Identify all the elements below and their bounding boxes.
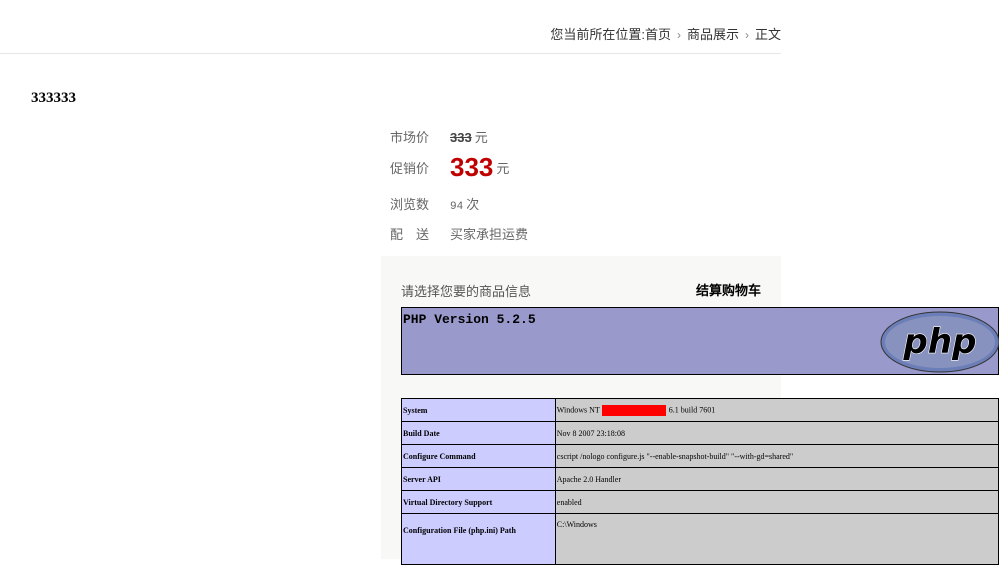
promo-price-unit: 元 <box>496 161 510 176</box>
breadcrumb: 您当前所在位置:首页 › 商品展示 › 正文 <box>550 24 781 43</box>
promo-price-label: 促销价 <box>390 161 430 176</box>
promo-price-row: 促销价 333 元 <box>390 152 509 183</box>
table-row: Virtual Directory Support enabled <box>401 490 999 514</box>
breadcrumb-current: 正文 <box>754 27 781 42</box>
market-price-value: 333 <box>450 130 472 145</box>
table-row: System Windows NT 6.1 build 7601 <box>401 398 999 422</box>
phpinfo-value: cscript /nologo configure.js "--enable-s… <box>554 444 999 468</box>
phpinfo-key: Build Date <box>401 421 556 445</box>
table-row: Configuration File (php.ini) Path C:\Win… <box>401 513 999 565</box>
table-row: Configure Command cscript /nologo config… <box>401 444 999 468</box>
phpinfo-key: Server API <box>401 467 556 491</box>
views-row: 浏览数 94 次 <box>390 194 479 213</box>
chevron-right-icon: › <box>744 28 749 42</box>
market-price-label: 市场价 <box>390 130 430 145</box>
breadcrumb-home-link[interactable]: 首页 <box>645 27 671 42</box>
breadcrumb-prefix: 您当前所在位置: <box>550 27 645 42</box>
phpinfo-value: Nov 8 2007 23:18:08 <box>554 421 999 445</box>
product-title: 333333 <box>31 90 76 106</box>
shipping-row: 配 送 买家承担运费 <box>390 224 528 243</box>
shipping-value: 买家承担运费 <box>450 227 529 242</box>
phpinfo-value: C:\Windows <box>554 513 999 565</box>
phpinfo-table: System Windows NT 6.1 build 7601 Build Da… <box>401 398 999 565</box>
views-unit: 次 <box>466 197 480 212</box>
breadcrumb-products-link[interactable]: 商品展示 <box>687 27 739 42</box>
phpinfo-header: PHP Version 5.2.5 php <box>401 307 999 375</box>
php-logo-text: php <box>903 322 977 362</box>
views-count: 94 <box>450 201 464 213</box>
views-label: 浏览数 <box>390 197 430 212</box>
redaction-box <box>601 404 666 416</box>
options-prompt: 请选择您要的商品信息 <box>401 284 532 299</box>
market-price-row: 市场价 333 元 <box>390 127 488 146</box>
market-price-unit: 元 <box>474 130 488 145</box>
checkout-cart-button[interactable]: 结算购物车 <box>696 280 761 299</box>
php-logo-icon: php <box>880 311 999 373</box>
table-row: Build Date Nov 8 2007 23:18:08 <box>401 421 999 445</box>
chevron-right-icon: › <box>676 28 681 42</box>
phpinfo-key: Configure Command <box>401 444 556 468</box>
header-divider <box>0 53 781 54</box>
phpinfo-value: enabled <box>554 490 999 514</box>
promo-price-value: 333 <box>450 152 494 182</box>
phpinfo-key: Configuration File (php.ini) Path <box>401 513 556 565</box>
phpinfo-key: Virtual Directory Support <box>401 490 556 514</box>
php-version-title: PHP Version 5.2.5 <box>403 312 536 327</box>
phpinfo-key: System <box>401 398 556 422</box>
phpinfo-value: Apache 2.0 Handler <box>554 467 999 491</box>
shipping-label: 配 送 <box>390 227 430 242</box>
table-row: Server API Apache 2.0 Handler <box>401 467 999 491</box>
phpinfo-value: Windows NT 6.1 build 7601 <box>554 398 999 422</box>
